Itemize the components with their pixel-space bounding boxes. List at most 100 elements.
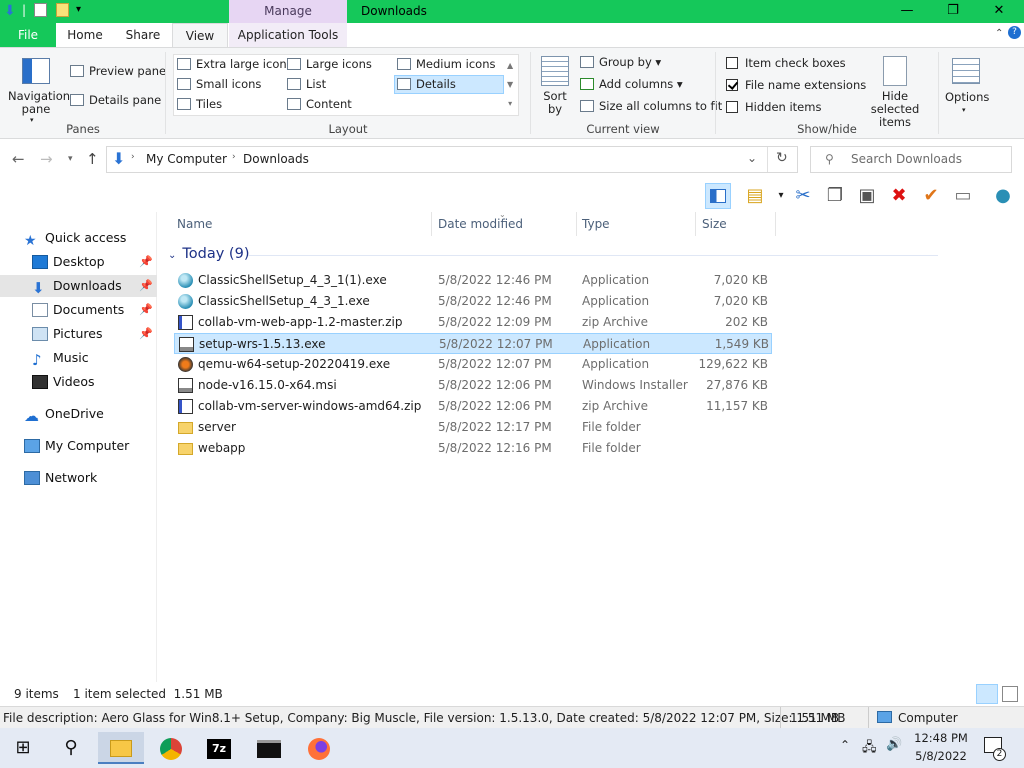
minimize-button[interactable]: — <box>884 0 930 23</box>
navigation-pane-toggle[interactable] <box>705 183 731 209</box>
refresh-icon[interactable]: ↻ <box>776 150 788 166</box>
new-folder-icon[interactable]: ▤ <box>742 183 768 209</box>
volume-icon[interactable]: 🔊 <box>886 737 902 752</box>
properties-icon[interactable]: ▭ <box>950 183 976 209</box>
help-icon[interactable]: ? <box>1008 26 1021 39</box>
file-row[interactable]: collab-vm-server-windows-amd64.zip 5/8/20… <box>174 396 772 417</box>
breadcrumb-downloads[interactable]: Downloads <box>243 152 309 166</box>
file-row[interactable]: setup-wrs-1.5.13.exe 5/8/2022 12:07 PM App… <box>174 333 772 354</box>
sort-by-button[interactable]: Sort by <box>540 90 570 116</box>
preview-pane-button[interactable]: Preview pane <box>70 64 166 78</box>
group-by-button[interactable]: Group by ▾ <box>580 55 661 69</box>
nav-quick-access[interactable]: ★ Quick access <box>0 227 157 249</box>
file-row[interactable]: ClassicShellSetup_4_3_1.exe 5/8/2022 12:4… <box>174 291 772 312</box>
small-icons-option[interactable]: Small icons <box>177 77 261 91</box>
manage-context-tab[interactable]: Manage <box>229 0 347 23</box>
address-dropdown-icon[interactable]: ⌄ <box>747 151 757 165</box>
paste-icon[interactable]: ▣ <box>854 183 880 209</box>
tiles-option[interactable]: Tiles <box>177 97 222 111</box>
column-divider[interactable] <box>695 212 696 236</box>
tab-view[interactable]: View <box>172 23 228 48</box>
cut-icon[interactable]: ✂ <box>790 183 816 209</box>
layout-scroll[interactable]: ▲ ▼ ▾ <box>507 56 513 113</box>
item-check-boxes-toggle[interactable]: Item check boxes <box>726 56 846 70</box>
extra-large-icons-option[interactable]: Extra large icons <box>177 57 293 71</box>
checkbox-checked[interactable] <box>726 79 738 91</box>
nav-videos[interactable]: Videos <box>0 371 157 393</box>
column-divider[interactable] <box>775 212 776 236</box>
clock-time[interactable]: 12:48 PM <box>912 731 970 745</box>
column-divider[interactable] <box>431 212 432 236</box>
search-button[interactable]: ⚲ <box>48 732 94 764</box>
network-tray-icon[interactable]: 🖧 <box>862 738 877 760</box>
show-hidden-icons-icon[interactable]: ⌃ <box>840 738 850 752</box>
tab-file[interactable]: File <box>0 23 56 47</box>
file-row[interactable]: ClassicShellSetup_4_3_1(1).exe 5/8/2022 1… <box>174 270 772 291</box>
search-input[interactable]: ⚲ Search Downloads <box>810 146 1012 173</box>
file-row[interactable]: node-v16.15.0-x64.msi 5/8/2022 12:06 PM Wi… <box>174 375 772 396</box>
command-prompt-taskbar-button[interactable] <box>246 732 292 764</box>
tab-application-tools[interactable]: Application Tools <box>229 23 347 47</box>
nav-pictures[interactable]: Pictures 📌 <box>0 323 157 345</box>
chrome-taskbar-button[interactable] <box>148 732 194 764</box>
new-folder-icon[interactable] <box>56 3 69 17</box>
list-option[interactable]: List <box>287 77 326 91</box>
maximize-button[interactable]: ❐ <box>930 0 976 23</box>
nav-my-computer[interactable]: My Computer <box>0 435 157 457</box>
firefox-taskbar-button[interactable] <box>296 732 342 764</box>
column-size[interactable]: Size <box>702 217 727 231</box>
file-row[interactable]: collab-vm-web-app-1.2-master.zip 5/8/2022… <box>174 312 772 333</box>
tab-share[interactable]: Share <box>116 23 170 47</box>
large-icons-option[interactable]: Large icons <box>287 57 372 71</box>
up-arrow-icon[interactable]: ↑ <box>86 150 99 168</box>
nav-music[interactable]: ♪ Music <box>0 347 157 369</box>
file-row[interactable]: server 5/8/2022 12:17 PM File folder <box>174 417 772 438</box>
column-date-modified[interactable]: Date modified <box>438 217 523 231</box>
medium-icons-option[interactable]: Medium icons <box>397 57 495 71</box>
hidden-items-toggle[interactable]: Hidden items <box>726 100 821 114</box>
file-row[interactable]: qemu-w64-setup-20220419.exe 5/8/2022 12:0… <box>174 354 772 375</box>
nav-onedrive[interactable]: ☁ OneDrive <box>0 403 157 425</box>
breadcrumb-my-computer[interactable]: My Computer <box>146 152 227 166</box>
classic-shell-icon[interactable]: ● <box>990 183 1016 209</box>
copy-icon[interactable]: ❐ <box>822 183 848 209</box>
details-pane-button[interactable]: Details pane <box>70 93 161 107</box>
add-columns-button[interactable]: Add columns ▾ <box>580 77 683 91</box>
file-explorer-taskbar-button[interactable] <box>98 732 144 764</box>
large-icons-view-toggle[interactable] <box>1002 686 1018 702</box>
close-button[interactable]: ✕ <box>976 0 1022 23</box>
forward-arrow-icon[interactable]: → <box>40 150 53 168</box>
nav-downloads[interactable]: ⬇ Downloads 📌 <box>0 275 157 297</box>
rename-icon[interactable]: ✔ <box>918 183 944 209</box>
pin-icon[interactable]: 📌 <box>139 275 153 297</box>
details-view-toggle[interactable] <box>976 684 998 704</box>
column-name[interactable]: Name <box>177 217 212 231</box>
pin-icon[interactable]: 📌 <box>139 251 153 273</box>
options-button[interactable]: Options <box>945 90 989 104</box>
details-option[interactable]: Details <box>394 75 504 94</box>
delete-icon[interactable]: ✖ <box>886 183 912 209</box>
column-divider[interactable] <box>576 212 577 236</box>
recent-locations-icon[interactable]: ▾ <box>68 154 73 164</box>
pin-icon[interactable]: 📌 <box>139 323 153 345</box>
customize-quick-access-icon[interactable]: ▾ <box>76 4 81 15</box>
tab-home[interactable]: Home <box>58 23 112 47</box>
content-option[interactable]: Content <box>287 97 352 111</box>
hide-selected-items-button[interactable]: Hide selected items <box>858 90 932 129</box>
group-header[interactable]: ⌄ Today (9) <box>168 246 938 262</box>
checkbox[interactable] <box>726 101 738 113</box>
column-type[interactable]: Type <box>582 217 610 231</box>
navigation-pane-button[interactable]: Navigation pane <box>8 90 70 116</box>
address-bar[interactable]: ⬇ › My Computer › Downloads ⌄ ↻ <box>106 146 798 173</box>
checkbox[interactable] <box>726 57 738 69</box>
start-button[interactable]: ⊞ <box>0 732 46 764</box>
nav-documents[interactable]: Documents 📌 <box>0 299 157 321</box>
properties-icon[interactable] <box>34 3 47 17</box>
pin-icon[interactable]: 📌 <box>139 299 153 321</box>
nav-network[interactable]: Network <box>0 467 157 489</box>
7zip-taskbar-button[interactable]: 7z <box>196 732 242 764</box>
nav-desktop[interactable]: Desktop 📌 <box>0 251 157 273</box>
back-arrow-icon[interactable]: ← <box>12 150 25 168</box>
file-name-extensions-toggle[interactable]: File name extensions <box>726 78 866 92</box>
collapse-ribbon-icon[interactable]: ⌃ <box>995 28 1003 39</box>
